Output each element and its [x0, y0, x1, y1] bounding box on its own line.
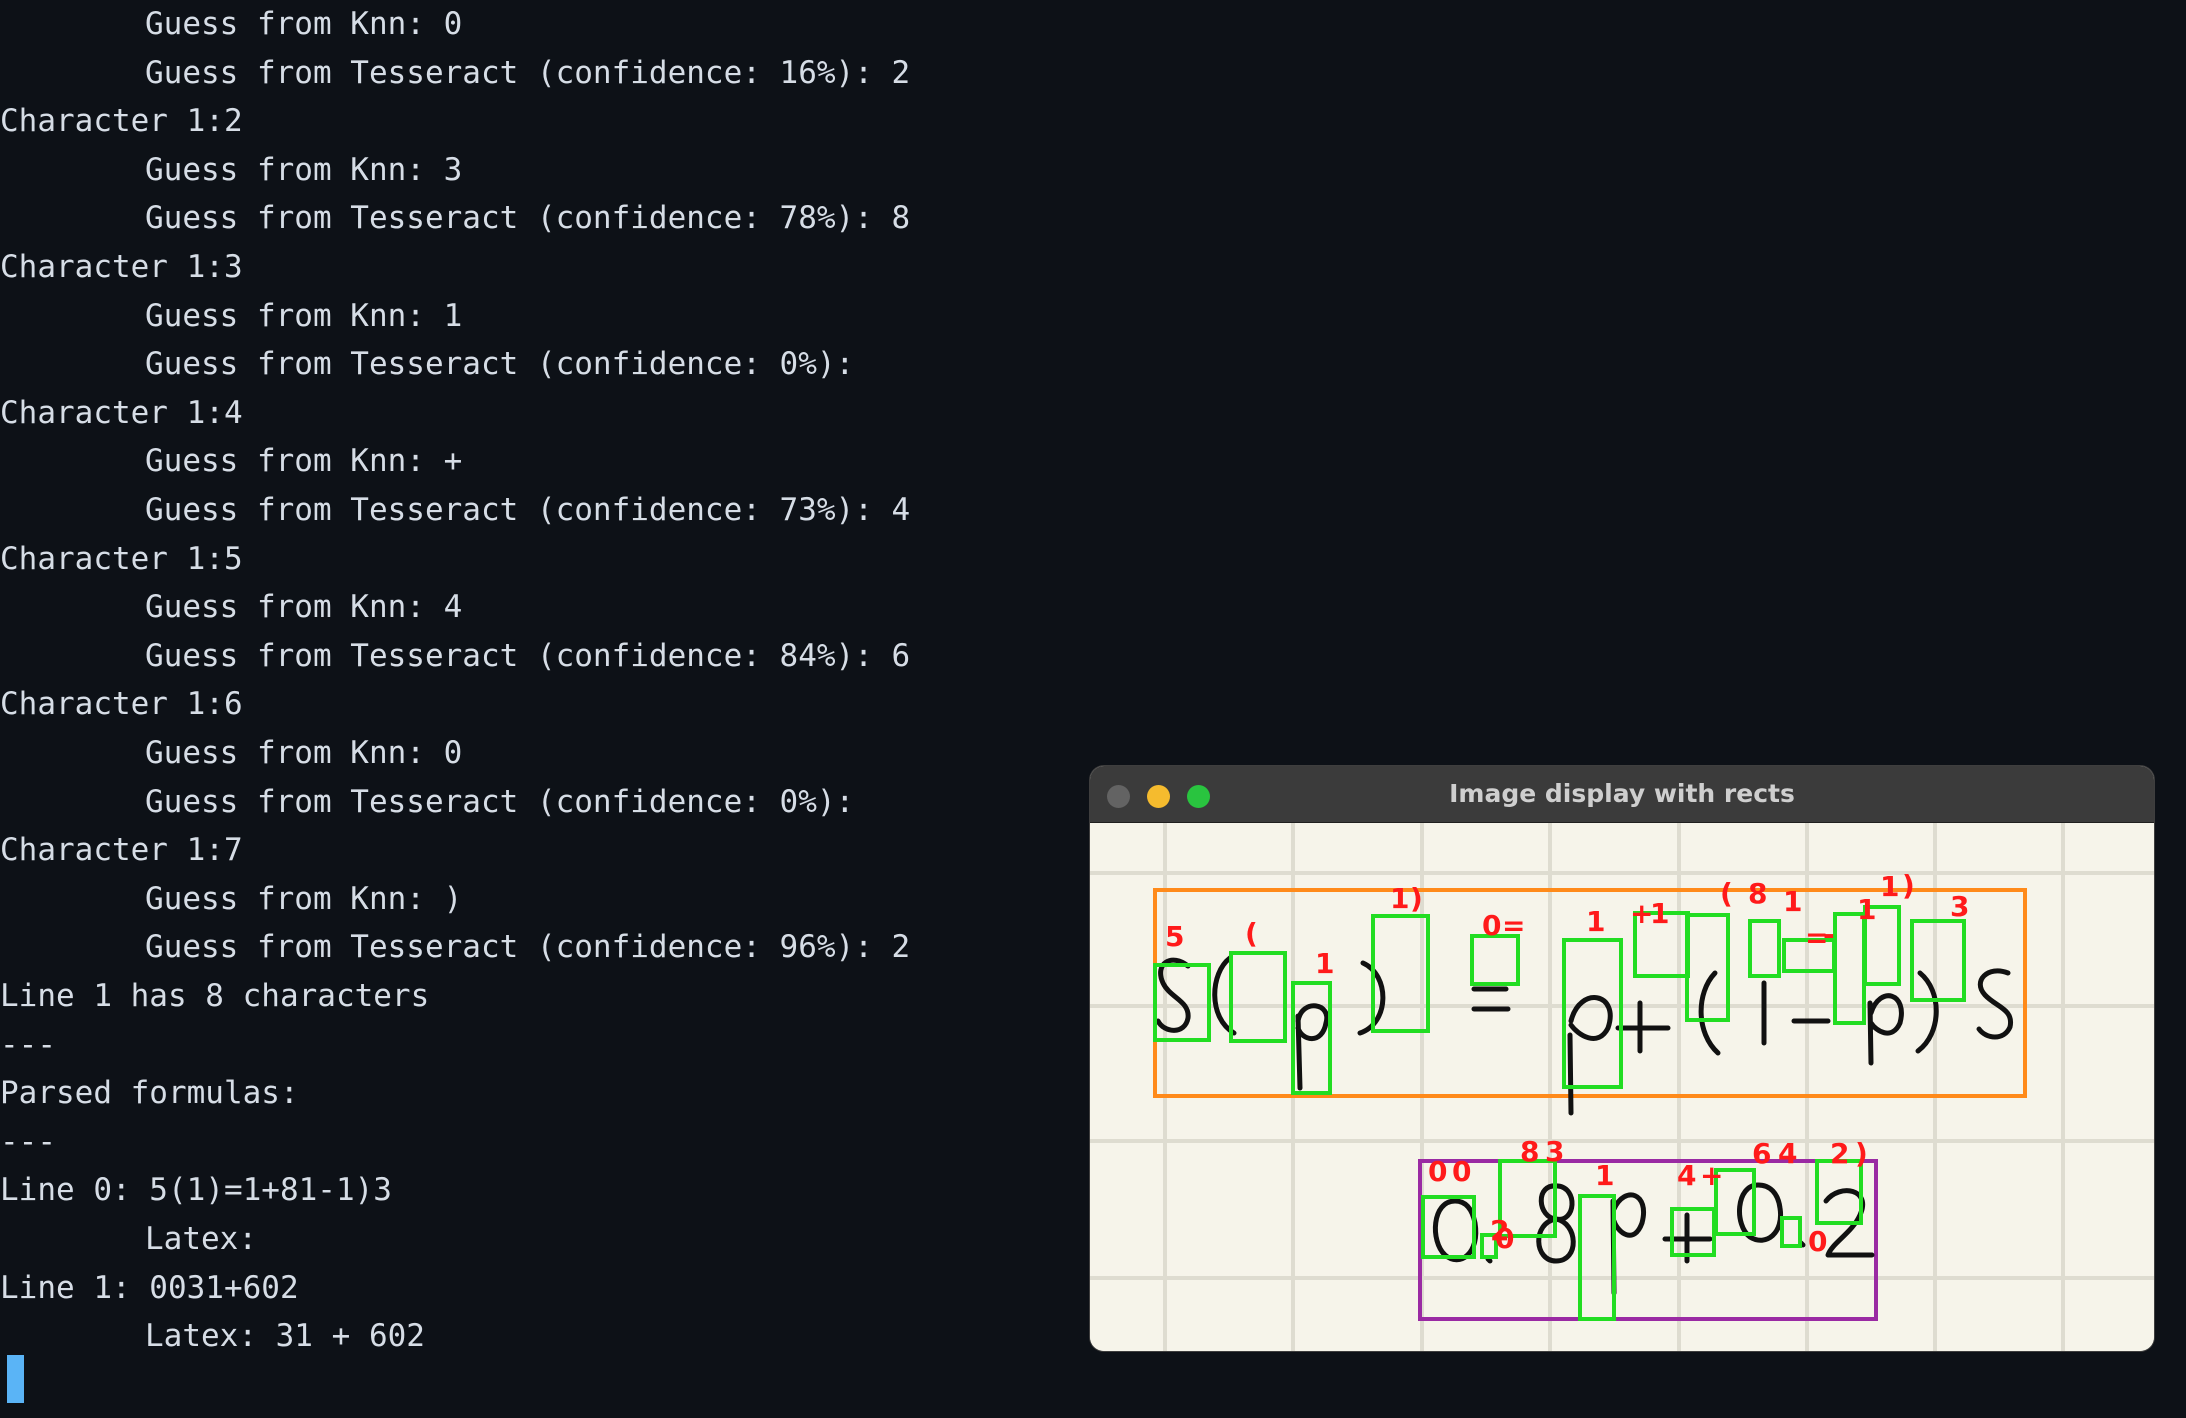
- recognition-label: 3: [1545, 1135, 1564, 1168]
- recognition-label: -: [1823, 918, 1835, 951]
- recognition-label: 4: [1778, 1137, 1797, 1170]
- recognition-label: +: [1700, 1159, 1723, 1192]
- terminal-output[interactable]: Guess from Knn: 0 Guess from Tesseract (c…: [0, 0, 1080, 1418]
- recognition-label: 2: [1830, 1137, 1849, 1170]
- recognition-label: 5: [1165, 920, 1184, 953]
- terminal-line: Guess from Tesseract (confidence: 0%):: [145, 346, 855, 383]
- terminal-line: Guess from Tesseract (confidence: 78%): …: [145, 200, 911, 237]
- terminal-line: Latex:: [145, 1221, 257, 1257]
- terminal-line: Guess from Knn: 0: [145, 6, 463, 42]
- terminal-line: Guess from Tesseract (confidence: 73%): …: [145, 492, 911, 528]
- recognition-label: 1: [1586, 905, 1605, 938]
- window-titlebar[interactable]: Image display with rects: [1090, 766, 2154, 823]
- recognition-label: 0: [1495, 1222, 1514, 1255]
- recognition-label: 0: [1428, 1155, 1447, 1188]
- terminal-cursor: [7, 1355, 24, 1403]
- recognition-label: 1: [1880, 870, 1899, 903]
- terminal-line: Character 1:4: [0, 394, 243, 431]
- terminal-line: ---: [0, 1123, 56, 1160]
- terminal-line: Guess from Knn: ): [145, 880, 463, 917]
- recognition-label: =: [1502, 909, 1525, 942]
- terminal-line: Guess from Tesseract (confidence: 96%): …: [145, 929, 911, 966]
- recognition-label: (: [1720, 877, 1733, 910]
- recognition-label: 8: [1520, 1135, 1539, 1168]
- terminal-line: Guess from Tesseract (confidence: 0%):: [145, 783, 855, 820]
- terminal-line: Guess from Knn: +: [145, 443, 463, 480]
- recognition-label: 0: [1482, 909, 1501, 942]
- recognition-label: 1: [1390, 882, 1409, 915]
- recognition-label: 1: [1783, 885, 1802, 918]
- terminal-line: Guess from Knn: 0: [145, 735, 463, 771]
- terminal-line: ---: [0, 1026, 56, 1063]
- window-title: Image display with rects: [1449, 779, 1795, 808]
- recognition-label: ): [1902, 869, 1915, 902]
- terminal-line: Parsed formulas:: [0, 1075, 299, 1112]
- recognition-label: ): [1855, 1137, 1868, 1170]
- recognition-label: 4: [1677, 1159, 1696, 1192]
- image-canvas: 5 (11)0 = 1 +1(8 1=-11)30 0208 31 4 +6 402): [1090, 823, 2154, 1351]
- terminal-line: Line 1: 0031+602: [0, 1269, 299, 1306]
- terminal-line: Line 0: 5(1)=1+81-1)3: [0, 1172, 392, 1209]
- terminal-line: Character 1:3: [0, 249, 243, 285]
- terminal-line: Guess from Tesseract (confidence: 84%): …: [145, 637, 911, 674]
- recognition-label: 1: [1857, 893, 1876, 926]
- terminal-line: Line 1 has 8 characters: [0, 978, 430, 1014]
- recognition-label: 0: [1808, 1225, 1827, 1258]
- terminal-line: Guess from Knn: 1: [145, 297, 463, 334]
- handwritten-stroke: [1485, 1256, 1493, 1264]
- recognition-label: 0: [1452, 1155, 1471, 1188]
- terminal-line: Character 1:5: [0, 540, 243, 577]
- recognition-label: 1: [1315, 947, 1334, 980]
- terminal-line: Character 1:7: [0, 832, 243, 869]
- recognition-label: 6: [1752, 1137, 1771, 1170]
- recognition-label: 8: [1748, 877, 1767, 910]
- terminal-line: Character 1:2: [0, 103, 243, 140]
- terminal-line: Guess from Knn: 4: [145, 589, 463, 626]
- image-display-window[interactable]: Image display with rects 5(1 1) 0 = 1 +1(8 1 = -…: [1090, 766, 2154, 1351]
- terminal-line: Latex: 31 + 602: [145, 1318, 425, 1355]
- terminal-line: Guess from Knn: 3: [145, 151, 463, 188]
- recognition-label: 1: [1650, 897, 1669, 930]
- recognition-label: 3: [1950, 890, 1969, 923]
- terminal-line: Guess from Tesseract (confidence: 16%): …: [145, 54, 911, 91]
- recognition-label: 1: [1595, 1159, 1614, 1192]
- recognition-label: ): [1410, 882, 1423, 915]
- terminal-line: Character 1:6: [0, 686, 243, 723]
- recognition-label: (: [1245, 917, 1258, 950]
